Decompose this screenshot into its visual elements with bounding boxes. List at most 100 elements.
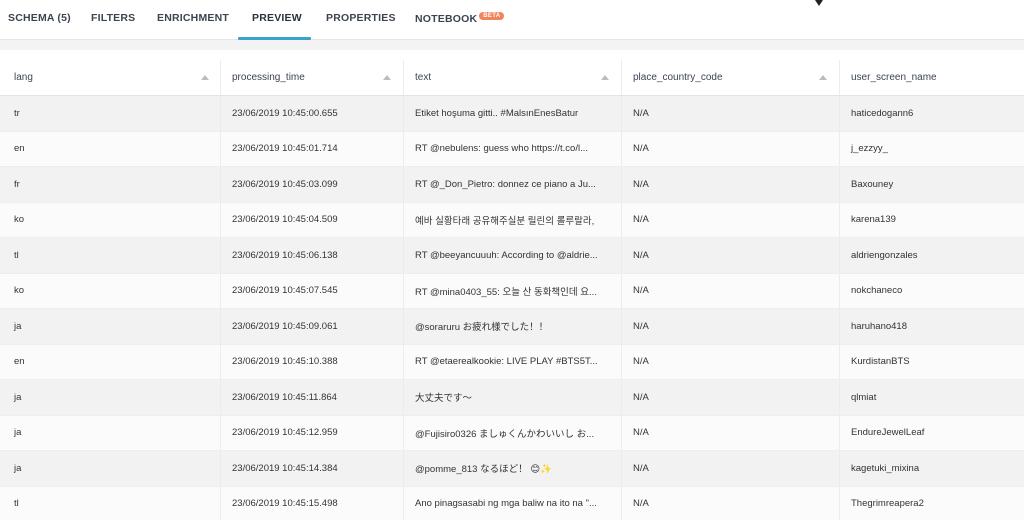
user-screen-name-cell: haruhano418 — [851, 320, 907, 332]
table-row[interactable]: tl 23/06/2019 10:45:15.498 Ano pinagsasabi… — [0, 486, 1024, 520]
column-divider — [403, 309, 404, 344]
user-screen-name-cell: kagetuki_mixina — [851, 462, 920, 474]
table-row[interactable]: tr 23/06/2019 10:45:00.655 Etiket hoşuma g… — [0, 96, 1024, 132]
column-header-processing-time[interactable]: processing_time — [220, 60, 403, 95]
column-divider — [403, 273, 404, 308]
place-country-code-cell: N/A — [633, 427, 649, 439]
column-divider — [621, 344, 622, 379]
table-row[interactable]: fr 23/06/2019 10:45:03.099 RT @_Don_Pietro… — [0, 167, 1024, 203]
column-divider — [621, 486, 622, 520]
sort-icon[interactable] — [201, 75, 209, 80]
user-screen-name-cell: qlmiat — [851, 391, 877, 403]
table-row[interactable]: ja 23/06/2019 10:45:12.959 @Fujisiro0326 ま… — [0, 415, 1024, 451]
place-country-code-cell: N/A — [633, 356, 649, 368]
processing-time-cell: 23/06/2019 10:45:03.099 — [232, 178, 338, 190]
column-divider — [621, 238, 622, 273]
user-screen-name-cell: haticedogann6 — [851, 107, 914, 119]
text-cell: 예바 실황타래 공유해주실분 릴린의 롤루랄라, — [415, 215, 595, 227]
column-divider — [839, 415, 840, 450]
column-divider — [839, 451, 840, 486]
place-country-code-cell: N/A — [633, 107, 649, 119]
column-divider — [403, 380, 404, 415]
lang-cell: ja — [14, 427, 22, 439]
column-divider — [220, 96, 221, 131]
processing-time-cell: 23/06/2019 10:45:10.388 — [232, 356, 338, 368]
table-row[interactable]: ko 23/06/2019 10:45:07.545 RT @mina0403_55… — [0, 273, 1024, 309]
lang-cell: fr — [14, 178, 20, 190]
column-divider — [839, 131, 840, 166]
lang-cell: ko — [14, 285, 25, 297]
user-screen-name-cell: Baxouney — [851, 178, 894, 190]
column-divider — [403, 202, 404, 237]
processing-time-cell: 23/06/2019 10:45:11.864 — [232, 391, 337, 403]
column-divider — [220, 238, 221, 273]
processing-time-cell: 23/06/2019 10:45:12.959 — [232, 427, 338, 439]
text-cell: @Fujisiro0326 ましゅくんかわいいし お... — [415, 428, 595, 440]
table-row[interactable]: ja 23/06/2019 10:45:14.384 @pomme_813 なるほど… — [0, 451, 1024, 487]
lang-cell: tl — [14, 498, 19, 510]
column-divider — [621, 273, 622, 308]
table-row[interactable]: ko 23/06/2019 10:45:04.509 예바 실황타래 공유해주실분 … — [0, 202, 1024, 238]
place-country-code-cell: N/A — [633, 320, 649, 332]
user-screen-name-cell: KurdistanBTS — [851, 356, 910, 368]
place-country-code-cell: N/A — [633, 391, 649, 403]
column-header-place-country-code[interactable]: place_country_code — [621, 60, 839, 95]
preview-table: lang processing_time text place_country_… — [0, 50, 1024, 520]
column-divider — [403, 96, 404, 131]
column-header-lang[interactable]: lang — [2, 60, 220, 95]
place-country-code-cell: N/A — [633, 462, 649, 474]
tab-properties[interactable]: PROPERTIES — [326, 12, 396, 24]
column-header-label: text — [415, 72, 432, 83]
lang-cell: ja — [14, 320, 22, 332]
tab-preview[interactable]: PREVIEW — [252, 12, 302, 24]
column-header-label: place_country_code — [633, 72, 723, 83]
lang-cell: en — [14, 356, 25, 368]
text-cell: RT @mina0403_55: 오늘 산 동화책인데 요... — [415, 286, 597, 298]
tab-notebook[interactable]: NOTEBOOK BETA — [415, 12, 505, 25]
column-divider — [621, 380, 622, 415]
text-cell: @pomme_813 なるほど！ 😊✨ — [415, 464, 552, 476]
column-divider — [621, 202, 622, 237]
lang-cell: en — [14, 143, 25, 155]
place-country-code-cell: N/A — [633, 249, 649, 261]
column-header-text[interactable]: text — [403, 60, 621, 95]
column-divider — [621, 131, 622, 166]
sort-icon[interactable] — [819, 75, 827, 80]
tab-schema[interactable]: SCHEMA (5) — [8, 12, 71, 24]
column-divider — [403, 344, 404, 379]
text-cell: @soraruru お疲れ様でした！！ — [415, 322, 549, 334]
sort-icon[interactable] — [601, 75, 609, 80]
tab-enrichment[interactable]: ENRICHMENT — [157, 12, 229, 24]
table-row[interactable]: ja 23/06/2019 10:45:09.061 @soraruru お疲れ様で… — [0, 309, 1024, 345]
table-row[interactable]: tl 23/06/2019 10:45:06.138 RT @beeyancuuuh… — [0, 238, 1024, 274]
place-country-code-cell: N/A — [633, 285, 649, 297]
processing-time-cell: 23/06/2019 10:45:00.655 — [232, 107, 338, 119]
column-divider — [839, 309, 840, 344]
table-row[interactable]: en 23/06/2019 10:45:01.714 RT @nebulens: g… — [0, 131, 1024, 167]
user-screen-name-cell: aldriengonzales — [851, 249, 918, 261]
table-row[interactable]: ja 23/06/2019 10:45:11.864 大丈夫です～ N/A qlmiat — [0, 380, 1024, 416]
user-screen-name-cell: karena139 — [851, 214, 896, 226]
column-divider — [839, 96, 840, 131]
column-divider — [403, 415, 404, 450]
table-row[interactable]: en 23/06/2019 10:45:10.388 RT @etaerealkoo… — [0, 344, 1024, 380]
column-divider — [839, 486, 840, 520]
column-divider — [403, 451, 404, 486]
column-divider — [220, 451, 221, 486]
user-screen-name-cell: Thegrimreapera2 — [851, 498, 924, 510]
place-country-code-cell: N/A — [633, 498, 649, 510]
tab-notebook-label: NOTEBOOK — [415, 13, 478, 25]
user-screen-name-cell: j_ezzyy_ — [851, 143, 888, 155]
column-header-user-screen-name[interactable]: user_screen_name — [839, 60, 1024, 95]
column-divider — [621, 451, 622, 486]
column-divider — [621, 309, 622, 344]
column-divider — [403, 131, 404, 166]
sort-icon[interactable] — [383, 75, 391, 80]
column-divider — [839, 344, 840, 379]
tab-filters[interactable]: FILTERS — [91, 12, 135, 24]
lang-cell: tr — [14, 107, 20, 119]
lang-cell: ja — [14, 391, 22, 403]
column-divider — [220, 202, 221, 237]
column-divider — [621, 167, 622, 202]
column-divider — [220, 131, 221, 166]
